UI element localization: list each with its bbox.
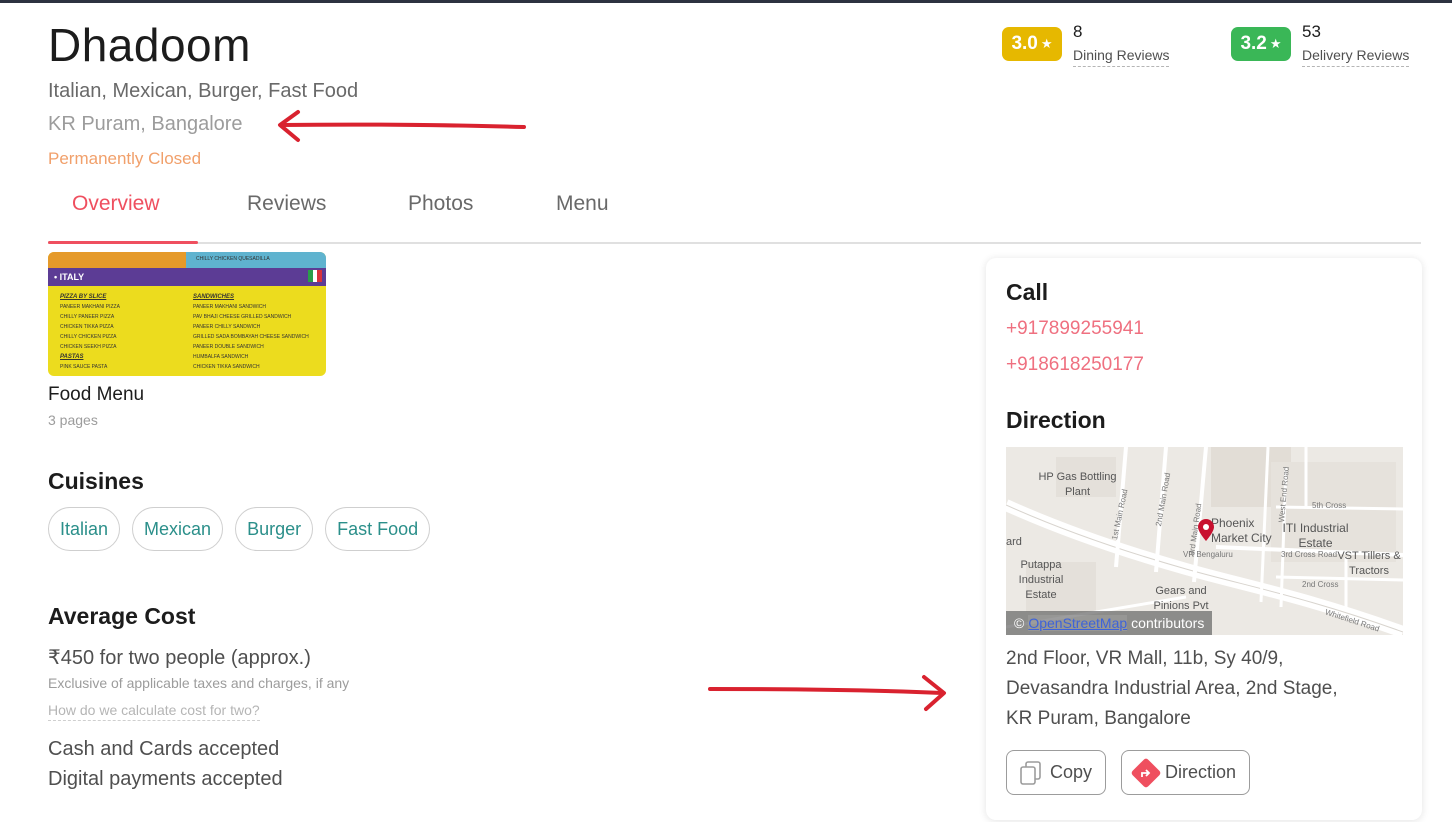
- openstreetmap-link[interactable]: OpenStreetMap: [1028, 615, 1128, 631]
- menu-thumb-item: PANEER MAKHANI SANDWICH: [193, 304, 266, 310]
- star-icon: ★: [1269, 36, 1282, 51]
- dining-rating-badge: 3.0 ★: [1002, 27, 1062, 61]
- menu-thumb-band-label: ITALY: [59, 272, 85, 282]
- cuisine-chip-italian[interactable]: Italian: [48, 507, 121, 551]
- cuisine-chips: Italian Mexican Burger Fast Food: [48, 507, 431, 551]
- restaurant-location: KR Puram, Bangalore: [48, 113, 243, 135]
- menu-thumb-item: PANEER CHILLY SANDWICH: [193, 324, 261, 330]
- call-heading: Call: [1006, 279, 1049, 305]
- map-label-cross3: 3rd Cross Road: [1281, 550, 1338, 559]
- annotation-arrow-left-icon: [278, 110, 526, 142]
- menu-thumb-item: CHICKEN TIKKA PIZZA: [60, 324, 114, 330]
- tab-overview[interactable]: Overview: [72, 192, 160, 216]
- delivery-rating-value: 3.2: [1240, 33, 1267, 54]
- payment-cash-cards: Cash and Cards accepted: [48, 738, 280, 760]
- phone-number-1[interactable]: +917899255941: [1006, 318, 1144, 340]
- menu-thumbnail[interactable]: CHILLY CHICKEN QUESADILLA • ITALY PIZZA …: [48, 252, 326, 376]
- location-map[interactable]: HP Gas Bottling Plant Phoenix Market Cit…: [1006, 447, 1403, 635]
- active-tab-indicator: [48, 241, 198, 244]
- tab-photos[interactable]: Photos: [408, 192, 473, 216]
- status-text: Permanently Closed: [48, 149, 202, 168]
- menu-thumb-heading: PIZZA BY SLICE: [60, 294, 107, 300]
- restaurant-cuisines: Italian, Mexican, Burger, Fast Food: [48, 80, 359, 102]
- tab-menu[interactable]: Menu: [556, 192, 609, 216]
- annotation-arrow-right-icon: [708, 675, 946, 711]
- menu-thumb-top-item: CHILLY CHICKEN QUESADILLA: [186, 252, 326, 268]
- italy-flag-icon: [308, 270, 323, 282]
- contact-card: Call +917899255941 +918618250177 Directi…: [986, 258, 1422, 820]
- map-label-hp-gas: HP Gas Bottling Plant: [1038, 471, 1117, 498]
- dining-rating-value: 3.0: [1011, 33, 1038, 54]
- map-pin-icon: [1198, 519, 1214, 541]
- direction-button[interactable]: Direction: [1121, 750, 1251, 795]
- address: 2nd Floor, VR Mall, 11b, Sy 40/9, Devasa…: [1006, 644, 1406, 734]
- copy-icon: [1020, 760, 1041, 785]
- star-icon: ★: [1040, 36, 1053, 51]
- tab-bar: Overview Reviews Photos Menu: [48, 176, 1421, 244]
- payment-digital: Digital payments accepted: [48, 768, 283, 790]
- dining-review-count: 8: [1073, 22, 1083, 41]
- menu-thumb-heading: PASTAS: [60, 354, 84, 360]
- attribution-suffix: contributors: [1131, 615, 1205, 631]
- cost-calculation-link[interactable]: How do we calculate cost for two?: [48, 702, 260, 721]
- cuisine-chip-burger[interactable]: Burger: [235, 507, 314, 551]
- tab-reviews[interactable]: Reviews: [247, 192, 326, 216]
- direction-label: Direction: [1165, 762, 1237, 782]
- menu-thumb-item: CHILLY CHICKEN PIZZA: [60, 334, 117, 340]
- menu-thumb-item: CHICKEN SEEKH PIZZA: [60, 344, 117, 350]
- menu-thumb-col1: PIZZA BY SLICE PANEER MAKHANI PIZZA CHIL…: [60, 292, 120, 372]
- delivery-rating-badge: 3.2 ★: [1231, 27, 1291, 61]
- restaurant-name: Dhadoom: [48, 19, 251, 71]
- delivery-review-count: 53: [1302, 22, 1321, 41]
- menu-page-count: 3 pages: [48, 412, 98, 428]
- map-label-ard: ard: [1006, 536, 1022, 548]
- cuisine-chip-mexican[interactable]: Mexican: [132, 507, 224, 551]
- menu-thumb-col2: SANDWICHES PANEER MAKHANI SANDWICH PAV B…: [193, 292, 309, 372]
- menu-thumb-item: PINK SAUCE PASTA: [60, 364, 108, 370]
- address-line-3: KR Puram, Bangalore: [1006, 708, 1191, 729]
- dining-reviews-label[interactable]: Dining Reviews: [1073, 47, 1170, 67]
- map-attribution: © OpenStreetMap contributors: [1006, 611, 1213, 635]
- average-cost-value: ₹450 for two people (approx.): [48, 647, 311, 669]
- menu-thumb-item: CHILLY PANEER PIZZA: [60, 314, 115, 320]
- menu-thumb-item: PAV BHAJI CHEESE GRILLED SANDWICH: [193, 314, 292, 320]
- copy-label: Copy: [1050, 762, 1093, 782]
- menu-title[interactable]: Food Menu: [48, 384, 144, 406]
- copy-button[interactable]: Copy: [1006, 750, 1107, 795]
- menu-thumb-item: PANEER MAKHANI PIZZA: [60, 304, 120, 310]
- menu-thumb-band: • ITALY: [48, 268, 326, 286]
- delivery-reviews-label[interactable]: Delivery Reviews: [1302, 47, 1410, 67]
- map-label-putappa: Putappa Industrial Estate: [1018, 559, 1064, 601]
- cost-note: Exclusive of applicable taxes and charge…: [48, 675, 350, 691]
- menu-thumb-item: GRILLED SADA BOMBAYAH CHEESE SANDWICH: [193, 334, 309, 340]
- top-border: [0, 0, 1452, 3]
- address-line-1: 2nd Floor, VR Mall, 11b, Sy 40/9,: [1006, 648, 1284, 669]
- menu-thumb-item: PANEER DOUBLE SANDWICH: [193, 344, 264, 350]
- average-cost-heading: Average Cost: [48, 603, 196, 629]
- direction-icon: [1130, 756, 1162, 789]
- map-label-cross5: 5th Cross: [1312, 501, 1347, 510]
- address-line-2: Devasandra Industrial Area, 2nd Stage,: [1006, 678, 1338, 699]
- map-label-vst: VST Tillers & Tractors: [1337, 550, 1401, 577]
- map-label-gears: Gears and Pinions Pvt: [1153, 585, 1209, 612]
- direction-arrow-glyph: [1141, 768, 1151, 777]
- cuisine-chip-fast-food[interactable]: Fast Food: [325, 507, 431, 551]
- map-label-cross2: 2nd Cross: [1302, 580, 1339, 589]
- copyright-icon: ©: [1014, 615, 1025, 631]
- delivery-rating[interactable]: 3.2 ★ 53 Delivery Reviews: [1231, 22, 1410, 67]
- menu-thumb-heading: SANDWICHES: [193, 294, 235, 300]
- direction-heading: Direction: [1006, 407, 1106, 433]
- menu-thumb-item: CHICKEN TIKKA SANDWICH: [193, 364, 260, 370]
- menu-thumb-item: HUMBALFA SANDWICH: [193, 354, 249, 360]
- cuisines-heading: Cuisines: [48, 468, 144, 494]
- dining-rating[interactable]: 3.0 ★ 8 Dining Reviews: [1002, 22, 1170, 67]
- phone-number-2[interactable]: +918618250177: [1006, 354, 1144, 376]
- menu-thumb-header-left: [48, 252, 186, 268]
